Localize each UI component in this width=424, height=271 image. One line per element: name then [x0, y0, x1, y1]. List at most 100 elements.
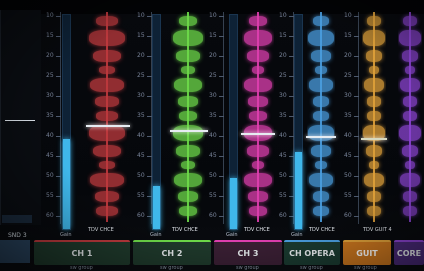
waveform-ch6 — [398, 12, 422, 222]
scale-tick-mark — [219, 36, 224, 37]
waveform-pulse — [313, 16, 329, 26]
fader-ch1[interactable] — [86, 125, 130, 127]
scale-tick-label: 30 — [137, 92, 145, 99]
channel-button-ch6[interactable]: CORE — [394, 240, 424, 265]
meter-caption-1: Gain — [60, 232, 72, 238]
meter-ch1 — [62, 14, 71, 230]
waveform-pulse — [96, 206, 118, 216]
fader-ch5[interactable] — [361, 138, 387, 140]
waveform-pulse — [181, 161, 195, 169]
wave-label-ch1: TDV CHCE — [88, 227, 114, 233]
waveform-pulse — [249, 206, 267, 216]
waveform-pulse — [365, 145, 383, 157]
scale-tick-mark — [354, 136, 359, 137]
channel-button-ch4[interactable]: CH OPERA — [284, 240, 340, 265]
waveform-pulse — [315, 161, 327, 169]
fader-left[interactable] — [5, 120, 35, 121]
channel-button-ch2[interactable]: CH 2 — [133, 240, 211, 265]
waveform-ch5 — [362, 12, 386, 222]
waveform-pulse — [90, 78, 124, 92]
waveform-pulse — [181, 66, 195, 74]
scale-tick-label: 25 — [344, 72, 352, 79]
scale-tick-label: 40 — [344, 132, 352, 139]
fader-ch4[interactable] — [306, 136, 336, 138]
meter-caption-2: Gain — [150, 232, 162, 238]
channel-button-ch3[interactable]: CH 3 — [214, 240, 282, 265]
scale-tick-label: 45 — [344, 152, 352, 159]
left-meter-base — [2, 215, 32, 223]
waveform-pulse — [178, 16, 198, 26]
scale-tick-label: 30 — [344, 92, 352, 99]
waveform-pulse — [172, 125, 204, 141]
scale-tick-label: 50 — [209, 172, 217, 179]
scale-tick-label: 45 — [279, 152, 287, 159]
scale-tick-label: 10 — [46, 12, 54, 19]
waveform-pulse — [367, 206, 381, 216]
scale-tick-label: 35 — [209, 112, 217, 119]
waveform-pulse — [366, 191, 382, 202]
scale-tick-label: 50 — [344, 172, 352, 179]
waveform-pulse — [399, 125, 421, 141]
waveform-pulse — [401, 145, 419, 157]
scale-tick-label: 25 — [137, 72, 145, 79]
scale-tick-mark — [219, 96, 224, 97]
waveform-pulse — [173, 173, 203, 187]
scale-tick-label: 30 — [279, 92, 287, 99]
waveform-pulse — [251, 161, 265, 169]
scale-tick-label: 45 — [46, 152, 54, 159]
scale-tick-label: 20 — [137, 52, 145, 59]
channel-button-ch5[interactable]: GUIT — [343, 240, 391, 265]
scale-tick-label: 40 — [279, 132, 287, 139]
scale-tick-label: 10 — [344, 12, 352, 19]
scale-tick-mark — [219, 156, 224, 157]
scale-tick-label: 20 — [344, 52, 352, 59]
left-channel-button[interactable] — [0, 240, 30, 263]
waveform-pulse — [403, 111, 417, 121]
scale-tick-label: 15 — [46, 32, 54, 39]
waveform-pulse — [95, 191, 119, 202]
meter-fill-ch3 — [230, 177, 237, 229]
waveform-ch4 — [307, 12, 335, 222]
meter-fill-ch1 — [63, 139, 70, 229]
waveform-pulse — [363, 30, 385, 46]
waveform-pulse — [309, 78, 333, 92]
scale-tick-mark — [56, 216, 61, 217]
waveform-pulse — [244, 78, 272, 92]
waveform-pulse — [403, 206, 417, 216]
waveform-pulse — [369, 66, 379, 74]
channel-button-ch1[interactable]: CH 1 — [34, 240, 130, 265]
waveform-pulse — [90, 173, 124, 187]
waveform-pulse — [244, 173, 272, 187]
scale-tick-label: 55 — [137, 192, 145, 199]
scale-tick-label: 50 — [279, 172, 287, 179]
level-scale-1: 10 15 20 25 30 35 40 45 50 55 60 — [46, 12, 61, 224]
scale-tick-label: 60 — [344, 212, 352, 219]
scale-tick-mark — [354, 216, 359, 217]
waveform-pulse — [99, 161, 115, 169]
waveform-ch1 — [87, 12, 127, 222]
scale-tick-mark — [56, 196, 61, 197]
meter-fill-ch4 — [295, 151, 302, 229]
waveform-pulse — [367, 111, 381, 121]
meter-ch2 — [152, 14, 161, 230]
scale-tick-label: 60 — [46, 212, 54, 219]
scale-tick-mark — [354, 16, 359, 17]
scale-tick-label: 25 — [46, 72, 54, 79]
scale-tick-label: 55 — [209, 192, 217, 199]
scale-tick-mark — [219, 136, 224, 137]
wave-label-ch5: TDV GUIT 4 — [363, 227, 392, 233]
left-channel-name: SND 3 — [8, 232, 27, 239]
scale-tick-mark — [219, 16, 224, 17]
level-scale-3: 10 15 20 25 30 35 40 45 50 55 60 — [209, 12, 224, 224]
scale-tick-mark — [56, 16, 61, 17]
fader-ch3[interactable] — [241, 133, 275, 135]
waveform-pulse — [251, 66, 265, 74]
scale-tick-label: 20 — [209, 52, 217, 59]
waveform-pulse — [309, 173, 333, 187]
waveform-pulse — [249, 111, 267, 121]
meter-fill-ch2 — [153, 186, 160, 229]
fader-ch2[interactable] — [170, 130, 208, 132]
scale-tick-label: 35 — [344, 112, 352, 119]
waveform-pulse — [363, 173, 385, 187]
scale-tick-label: 55 — [279, 192, 287, 199]
